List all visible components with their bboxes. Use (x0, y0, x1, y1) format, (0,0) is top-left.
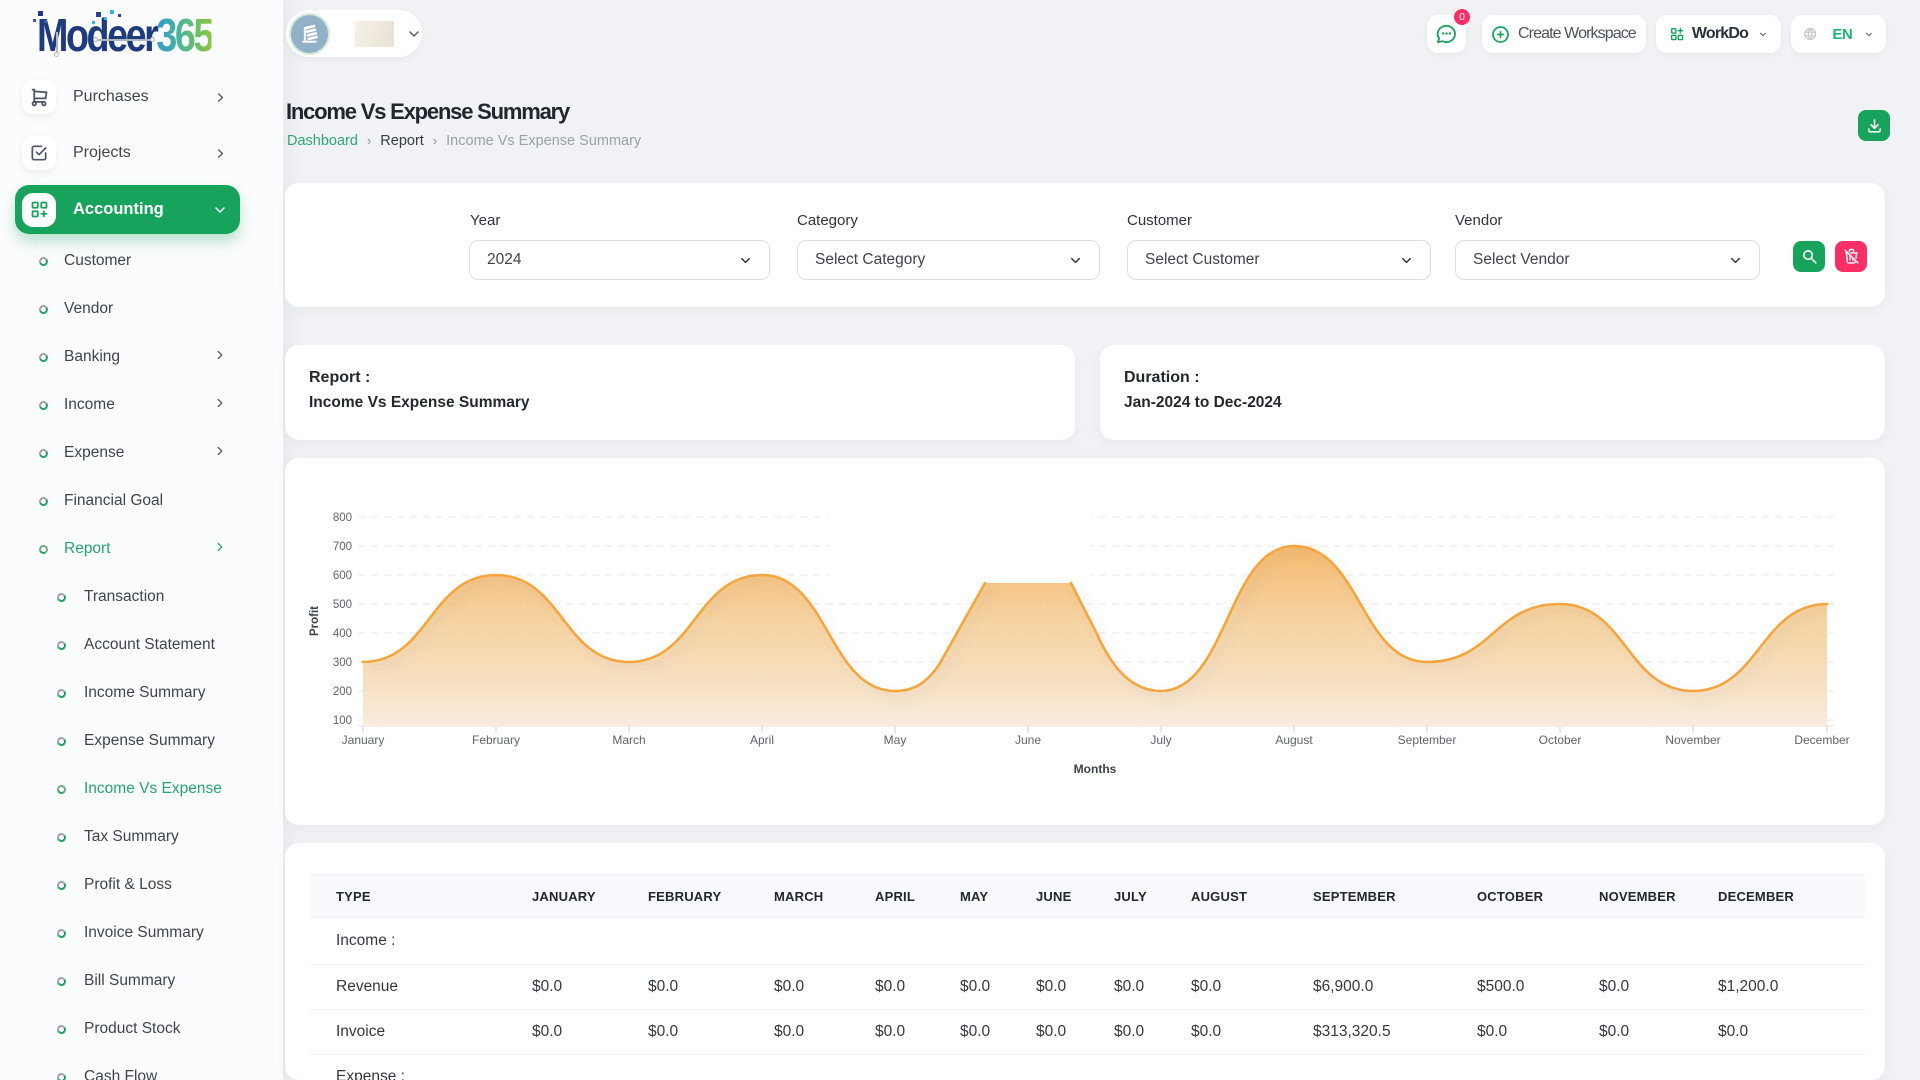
svg-text:January: January (342, 733, 385, 747)
svg-text:100: 100 (333, 715, 352, 727)
svg-text:June: June (1015, 733, 1041, 747)
svg-text:October: October (1539, 733, 1582, 747)
svg-text:November: November (1665, 733, 1720, 747)
svg-text:700: 700 (333, 541, 352, 553)
svg-text:300: 300 (333, 657, 352, 669)
svg-text:400: 400 (333, 628, 352, 640)
svg-text:May: May (884, 733, 907, 747)
svg-text:April: April (750, 733, 774, 747)
svg-text:July: July (1150, 733, 1171, 747)
svg-text:600: 600 (333, 570, 352, 582)
svg-text:September: September (1398, 733, 1457, 747)
svg-text:Months: Months (1074, 762, 1117, 776)
svg-text:200: 200 (333, 686, 352, 698)
svg-text:December: December (1794, 733, 1849, 747)
svg-text:500: 500 (333, 599, 352, 611)
svg-text:February: February (472, 733, 520, 747)
svg-text:Profit: Profit (309, 606, 321, 636)
svg-text:March: March (612, 733, 645, 747)
svg-text:August: August (1275, 733, 1313, 747)
svg-text:800: 800 (333, 512, 352, 524)
